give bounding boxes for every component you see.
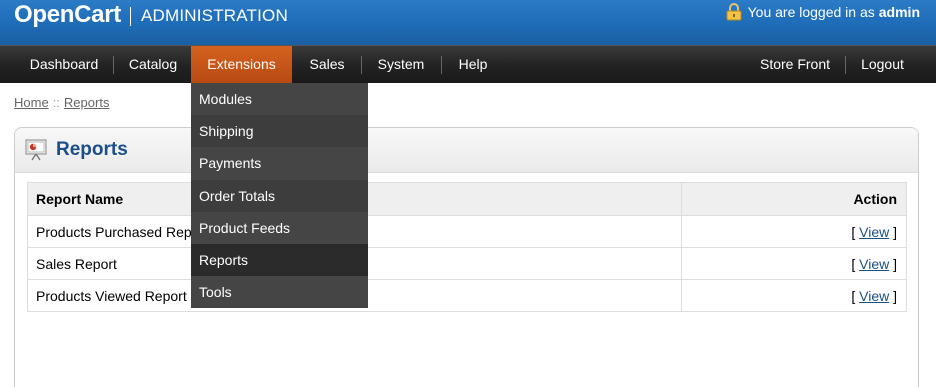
- breadcrumb-home[interactable]: Home: [14, 95, 49, 110]
- logo[interactable]: OpenCart ADMINISTRATION: [14, 0, 288, 30]
- menu-help[interactable]: Help: [446, 46, 500, 83]
- table-row: Sales Report [ View ]: [27, 247, 907, 280]
- view-link[interactable]: View: [859, 288, 889, 304]
- menu-sales[interactable]: Sales: [298, 46, 356, 83]
- menu-logout[interactable]: Logout: [850, 46, 915, 83]
- dropdown-item-tools[interactable]: Tools: [191, 276, 368, 309]
- bracket-close: ]: [893, 223, 897, 240]
- reports-table: Report Name Action Products Purchased Re…: [27, 182, 907, 312]
- table-row: Products Viewed Report [ View ]: [27, 279, 907, 312]
- bracket-open: [: [851, 287, 856, 304]
- extensions-dropdown: Modules Shipping Payments Order Totals P…: [191, 83, 368, 309]
- logo-subtitle: ADMINISTRATION: [140, 6, 288, 25]
- bracket-open: [: [851, 255, 856, 272]
- page-title: Reports: [56, 139, 128, 160]
- action-cell: [ View ]: [681, 247, 907, 280]
- main-menu: Dashboard Catalog Extensions Sales Syste…: [0, 45, 936, 83]
- header-bar: OpenCart ADMINISTRATION You are logged i…: [0, 0, 936, 45]
- dropdown-item-payments[interactable]: Payments: [191, 147, 368, 180]
- dropdown-item-shipping[interactable]: Shipping: [191, 115, 368, 148]
- menu-divider: [845, 56, 846, 74]
- dropdown-item-product-feeds[interactable]: Product Feeds: [191, 211, 368, 244]
- logo-divider: [129, 6, 131, 26]
- column-header-action: Action: [681, 182, 907, 216]
- table-row: Products Purchased Report [ View ]: [27, 215, 907, 248]
- view-link[interactable]: View: [859, 256, 889, 272]
- menu-store-front[interactable]: Store Front: [752, 46, 838, 83]
- bracket-open: [: [851, 223, 856, 240]
- login-text: You are logged in as: [747, 4, 875, 20]
- breadcrumb: Home:: Reports: [14, 95, 109, 110]
- table-header-row: Report Name Action: [27, 182, 907, 216]
- report-icon: [25, 139, 47, 161]
- menu-extensions[interactable]: Extensions: [191, 46, 292, 83]
- menu-system[interactable]: System: [366, 46, 436, 83]
- box-heading: Reports: [15, 128, 918, 173]
- menu-divider: [441, 56, 442, 74]
- login-username[interactable]: admin: [879, 4, 920, 20]
- bracket-close: ]: [893, 287, 897, 304]
- menu-divider: [113, 56, 114, 74]
- menu-catalog[interactable]: Catalog: [118, 46, 188, 83]
- login-status: You are logged in as admin: [726, 2, 920, 22]
- menu-divider: [361, 56, 362, 74]
- action-cell: [ View ]: [681, 215, 907, 248]
- view-link[interactable]: View: [859, 224, 889, 240]
- breadcrumb-separator: ::: [52, 95, 60, 110]
- logo-name: OpenCart: [14, 1, 121, 28]
- dropdown-item-modules[interactable]: Modules: [191, 83, 368, 116]
- menu-dashboard[interactable]: Dashboard: [20, 46, 108, 83]
- breadcrumb-reports[interactable]: Reports: [64, 95, 110, 110]
- reports-box: Reports Report Name Action Products Purc…: [14, 127, 919, 387]
- dropdown-item-reports[interactable]: Reports: [191, 243, 368, 277]
- bracket-close: ]: [893, 255, 897, 272]
- action-cell: [ View ]: [681, 279, 907, 312]
- lock-icon: [726, 3, 742, 21]
- dropdown-item-order-totals[interactable]: Order Totals: [191, 179, 368, 212]
